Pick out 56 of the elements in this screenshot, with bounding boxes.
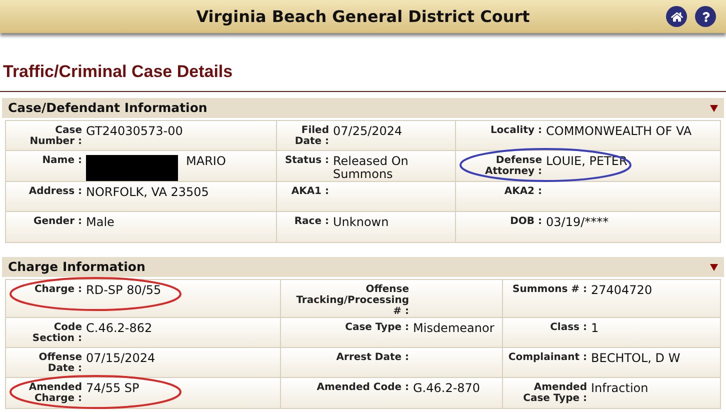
field-value: 74/55 SP	[86, 382, 140, 397]
field-label: Name :	[41, 155, 82, 168]
field-label: Status :	[284, 155, 329, 168]
field-label: Defense Attorney :	[484, 155, 542, 179]
section-title: Charge Information	[8, 258, 146, 276]
court-title: Virginia Beach General District Court	[195, 6, 531, 28]
field-value: BECHTOL, D W	[591, 352, 680, 367]
field-label: Locality :	[489, 125, 542, 138]
field-value: LOUIE, PETER	[546, 155, 628, 170]
home-icon	[670, 10, 682, 22]
help-button[interactable]	[695, 6, 716, 27]
field-label: Filed Date :	[294, 125, 329, 149]
field-label: Offense Date :	[38, 352, 82, 376]
field-label: AKA2 :	[503, 186, 542, 199]
section-title: Case/Defendant Information	[8, 98, 208, 117]
field-value: Infraction	[591, 382, 648, 397]
field-label: Charge :	[33, 284, 82, 297]
field-value: C.46.2-862	[86, 322, 152, 337]
field-label: Amended Charge :	[28, 382, 82, 406]
field-label: Summons # :	[512, 284, 587, 297]
field-value: RD-SP 80/55	[86, 284, 162, 299]
field-label: Arrest Date :	[335, 352, 409, 365]
page-title: Traffic/Criminal Case Details	[3, 61, 234, 83]
field-label: AKA1 :	[290, 186, 329, 199]
field-label: Amended Case Type :	[522, 382, 587, 406]
collapse-icon[interactable]	[710, 104, 718, 112]
field-value: Released On Summons	[333, 155, 410, 181]
collapse-icon[interactable]	[710, 263, 718, 271]
home-button[interactable]	[666, 6, 687, 27]
field-label: Class :	[549, 322, 587, 335]
field-value: NORFOLK, VA 23505	[86, 186, 209, 201]
field-value: 1	[591, 322, 599, 337]
section-header[interactable]: Charge Information	[2, 257, 724, 277]
field-label: Case Number :	[28, 125, 82, 149]
field-label: Address :	[28, 186, 82, 199]
field-label: DOB :	[509, 216, 542, 229]
field-value: Unknown	[333, 216, 389, 231]
field-value: MARIO	[186, 155, 226, 170]
field-label: Code Section :	[31, 322, 82, 346]
field-value: G.46.2-870	[413, 382, 480, 397]
field-label: Offense Tracking/Processing # :	[295, 284, 409, 317]
field-value: 07/25/2024	[333, 125, 402, 140]
field-label: Race :	[293, 216, 329, 229]
field-value: 27404720	[591, 284, 652, 299]
question-mark-icon	[700, 12, 710, 22]
field-value: COMMONWEALTH OF VA	[546, 125, 692, 140]
field-value: 03/19/****	[546, 216, 609, 231]
section-header[interactable]: Case/Defendant Information	[2, 98, 724, 118]
field-value: 07/15/2024	[86, 352, 156, 367]
field-value: Misdemeanor	[413, 322, 494, 337]
field-value: GT24030573-00	[86, 125, 183, 140]
field-label: Gender :	[32, 216, 82, 229]
field-value: Male	[86, 216, 114, 231]
field-label: Complainant :	[507, 352, 587, 365]
field-label: Case Type :	[344, 322, 409, 335]
field-label: Amended Code :	[316, 382, 409, 395]
